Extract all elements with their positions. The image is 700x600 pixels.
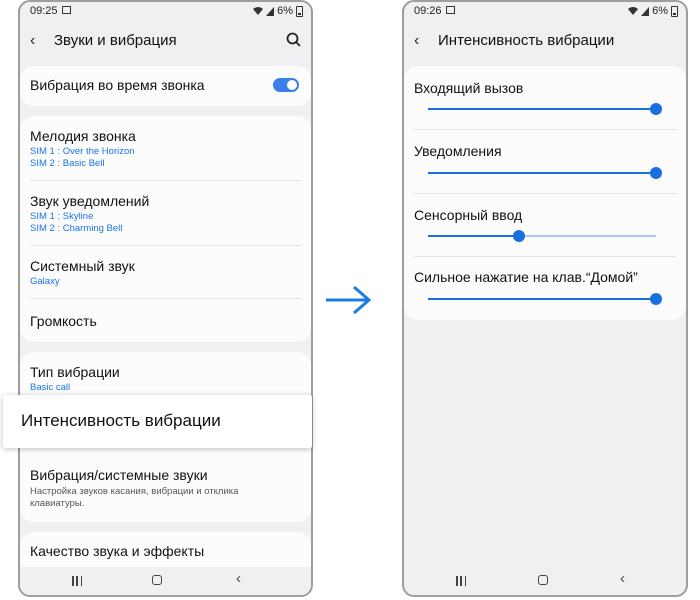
touch-input-label: Сенсорный ввод [414,207,523,223]
slider-fill [428,298,656,300]
home-button-label: Сильное нажатие на клав.“Домой” [414,269,638,285]
home-button-slider-row: Сильное нажатие на клав.“Домой” [414,269,676,285]
status-time: 09:26 [414,5,442,17]
notification-sound-row[interactable]: Звук уведомлений SIM 1 : Skyline SIM 2 :… [30,193,301,235]
battery-percent: 6% [652,5,668,17]
settings-screen-sounds: 09:25 6% ‹ Звуки и вибрация Вибрация во … [18,0,313,597]
ringtone-title: Мелодия звонка [30,128,136,144]
system-sound-value: Galaxy [30,276,60,287]
volume-row[interactable]: Громкость [30,313,301,329]
vibration-system-sounds-description: Настройка звуков касания, вибрации и отк… [30,486,239,509]
system-sound-row[interactable]: Системный звук Galaxy [30,258,301,288]
signal-icon [641,6,650,16]
app-bar: ‹ Интенсивность вибрации [404,24,686,58]
touch-input-slider[interactable] [428,230,656,242]
notification-sound-title: Звук уведомлений [30,193,150,209]
volume-title: Громкость [30,313,97,329]
settings-screen-vibration-intensity: 09:26 6% ‹ Интенсивность вибрации Входящ… [402,0,688,597]
app-bar: ‹ Звуки и вибрация [20,24,311,58]
divider [414,129,676,130]
slider-thumb[interactable] [650,293,662,305]
ringtone-sim2: SIM 2 : Basic Bell [30,158,105,169]
touch-input-slider-row: Сенсорный ввод [414,207,676,223]
card-vibrate-while-ringing: Вибрация во время звонка [20,66,311,106]
arrow-right-icon [324,285,374,315]
recents-icon[interactable] [456,576,466,586]
vibration-intensity-row-highlight[interactable]: Интенсивность вибрации [3,395,312,448]
vibrate-while-ringing-row[interactable]: Вибрация во время звонка [30,77,301,93]
system-sound-title: Системный звук [30,258,135,274]
incoming-call-slider[interactable] [428,103,662,115]
sound-quality-title: Качество звука и эффекты [30,543,205,559]
vibration-pattern-title: Тип вибрации [30,364,120,380]
page-title: Интенсивность вибрации [438,32,615,49]
vibrate-while-ringing-toggle[interactable] [273,78,299,92]
notifications-label: Уведомления [414,143,502,159]
vibration-pattern-value: Basic call [30,382,71,393]
toggle-knob [287,80,297,90]
incoming-call-slider-row: Входящий вызов [414,80,676,96]
status-time: 09:25 [30,5,58,17]
notifications-slider[interactable] [428,167,662,179]
wifi-icon [628,6,639,16]
nav-back-icon[interactable]: ‹ [236,571,241,587]
vibration-system-sounds-title: Вибрация/системные звуки [30,467,208,483]
slider-thumb[interactable] [650,167,662,179]
battery-icon [671,5,678,17]
search-icon[interactable] [285,31,303,49]
vibrate-while-ringing-label: Вибрация во время звонка [30,77,205,93]
vibration-pattern-row[interactable]: Тип вибрации Basic call [30,364,301,394]
divider [414,256,676,257]
image-notification-icon [446,6,455,14]
signal-icon [266,6,275,16]
slider-thumb[interactable] [513,230,526,242]
home-icon[interactable] [538,575,548,585]
ringtone-sim1: SIM 1 : Over the Horizon [30,146,135,157]
sound-quality-row[interactable]: Качество звука и эффекты [30,543,301,559]
slider-fill [428,172,656,174]
status-bar: 09:26 6% [404,2,686,20]
status-bar: 09:25 6% [20,2,311,20]
divider [30,245,301,246]
battery-percent: 6% [277,5,293,17]
notifications-slider-row: Уведомления [414,143,676,159]
battery-icon [296,5,303,17]
divider [414,193,676,194]
home-button-slider[interactable] [428,293,662,305]
card-sounds: Мелодия звонка SIM 1 : Over the Horizon … [20,116,311,342]
card-vibration-sliders: Входящий вызов Уведомления Сенсорный вво… [404,66,686,320]
ringtone-row[interactable]: Мелодия звонка SIM 1 : Over the Horizon … [30,128,301,170]
notification-sound-sim1: SIM 1 : Skyline [30,211,94,222]
nav-back-icon[interactable]: ‹ [620,571,625,587]
vibration-intensity-title: Интенсивность вибрации [21,411,221,430]
image-notification-icon [62,6,71,14]
back-icon[interactable]: ‹ [414,33,430,49]
recents-icon[interactable] [72,576,82,586]
slider-fill [428,108,656,110]
incoming-call-label: Входящий вызов [414,80,524,96]
navigation-bar: ‹ [20,567,311,595]
slider-fill [428,235,520,237]
wifi-icon [253,6,264,16]
vibration-system-sounds-row[interactable]: Вибрация/системные звуки Настройка звуко… [30,467,301,510]
divider [30,180,301,181]
divider [30,298,301,299]
back-icon[interactable]: ‹ [30,33,46,49]
notification-sound-sim2: SIM 2 : Charming Bell [30,223,123,234]
home-icon[interactable] [152,575,162,585]
page-title: Звуки и вибрация [54,32,177,49]
navigation-bar: ‹ [404,567,686,595]
slider-thumb[interactable] [650,103,662,115]
